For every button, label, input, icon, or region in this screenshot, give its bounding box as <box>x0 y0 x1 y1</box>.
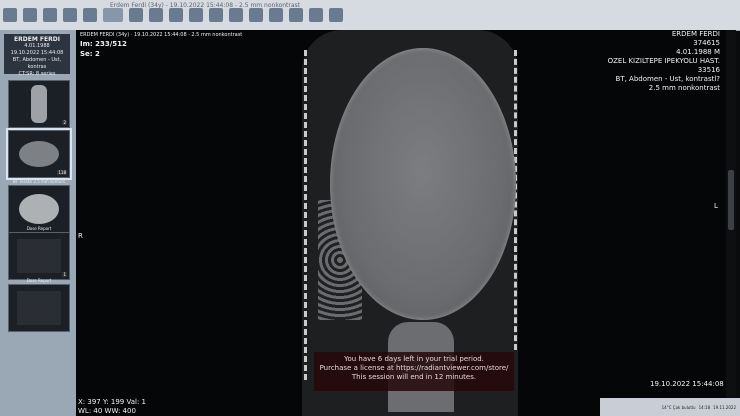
series-thumbnail-4[interactable]: Dose Report 1 <box>8 226 70 280</box>
series-thumbnail-5[interactable]: Dose Report <box>8 278 70 332</box>
menu-icon[interactable] <box>3 8 17 22</box>
study-desc: BT, Abdomen - Ust, kontras <box>12 57 62 70</box>
taskbar: 14°C Çok bulutlu 14:18 19.11.2022 <box>600 398 740 416</box>
overlay-dob: 4.01.1988 M <box>676 48 720 56</box>
scout-image <box>31 85 47 123</box>
open-icon[interactable] <box>23 8 37 22</box>
overlay-study: BT, Abdomen - Ust, kontrastl? <box>615 75 720 83</box>
study-series: CT:SR: 8 series <box>18 71 56 77</box>
overlay-datetime: 19.10.2022 15:44:08 <box>650 380 724 388</box>
layout-icon[interactable] <box>103 8 123 22</box>
study-datetime: 19.10.2022 15:44:08 <box>10 50 64 56</box>
header-overlay: ERDEM FERDI (34y) · 19.10.2022 15:44:08 … <box>80 32 243 38</box>
series-thumbnail-1[interactable]: 2 <box>8 80 70 128</box>
overlay-patient-name: ERDEM FERDI <box>671 30 720 38</box>
text-icon[interactable] <box>169 8 183 22</box>
thumbnail-label: Dose Report <box>26 226 52 231</box>
patient-info-overlay: ERDEM FERDI 374615 4.01.1988 M OZEL KIZI… <box>608 30 720 93</box>
print-icon[interactable] <box>83 8 97 22</box>
dose-report-image <box>17 239 61 273</box>
thorax-image <box>19 194 59 224</box>
trial-line-3: This session will end in 12 minutes. <box>351 373 477 381</box>
trial-line-2[interactable]: Purchase a license at https://radiantvie… <box>314 364 514 373</box>
scrollbar-thumb[interactable] <box>728 170 734 230</box>
series-thumbnail-2[interactable]: 118 <box>6 128 72 180</box>
angle-icon[interactable] <box>269 8 283 22</box>
roi-icon[interactable] <box>289 8 303 22</box>
overlay-patient-id: 374615 <box>693 39 720 47</box>
series-index: Se: 2 <box>80 50 100 58</box>
cystic-mass <box>330 48 516 320</box>
grid-icon[interactable] <box>129 8 143 22</box>
time-text: 14:18 <box>698 404 711 410</box>
patient-name: ERDEM FERDI <box>14 36 60 43</box>
overlay-institution: OZEL KIZILTEPE IPEKYOLU HAST. <box>607 57 720 65</box>
window-level: WL: 40 WW: 400 <box>78 407 136 415</box>
tools-icon[interactable] <box>149 8 163 22</box>
trial-banner[interactable]: You have 6 days left in your trial perio… <box>314 352 514 391</box>
overlay-slice: 2.5 mm nonkontrast <box>648 84 720 92</box>
thumbnail-label: BT Toraks 2,5 mm konturs <box>12 179 66 184</box>
zoom-icon[interactable] <box>209 8 223 22</box>
toolbar: Erdem Ferdi (34y) - 19.10.2022 15:44:08 … <box>0 0 740 31</box>
export-icon[interactable] <box>63 8 77 22</box>
axial-image <box>19 141 59 167</box>
trial-line-1: You have 6 days left in your trial perio… <box>344 355 484 363</box>
window-title: Erdem Ferdi (34y) - 19.10.2022 15:44:08 … <box>110 2 301 9</box>
date-text: 19.11.2022 <box>713 404 736 410</box>
crosshair-icon[interactable] <box>229 8 243 22</box>
thumbnail-label: Dose Report <box>26 278 52 283</box>
dose-report-image <box>17 291 61 325</box>
slice-scrollbar[interactable] <box>726 30 736 400</box>
orientation-left: L <box>714 202 718 210</box>
thumbnail-count: 118 <box>57 170 67 175</box>
image-index: Im: 233/512 <box>80 40 127 48</box>
weather-text: 14°C Çok bulutlu <box>661 404 696 410</box>
patient-dob: 4.01.1988 <box>24 43 50 49</box>
overlay-station: 33516 <box>697 66 720 74</box>
reset-icon[interactable] <box>329 8 343 22</box>
pan-icon[interactable] <box>189 8 203 22</box>
measure-icon[interactable] <box>249 8 263 22</box>
thumbnail-count: 2 <box>62 120 67 125</box>
cursor-coords: X: 397 Y: 199 Val: 1 <box>78 398 146 406</box>
flip-icon[interactable] <box>309 8 323 22</box>
patient-header[interactable]: ERDEM FERDI 4.01.1988 19.10.2022 15:44:0… <box>4 34 70 77</box>
thumbnail-count: 1 <box>62 272 67 277</box>
play-icon[interactable] <box>43 8 57 22</box>
orientation-right: R <box>78 232 83 240</box>
